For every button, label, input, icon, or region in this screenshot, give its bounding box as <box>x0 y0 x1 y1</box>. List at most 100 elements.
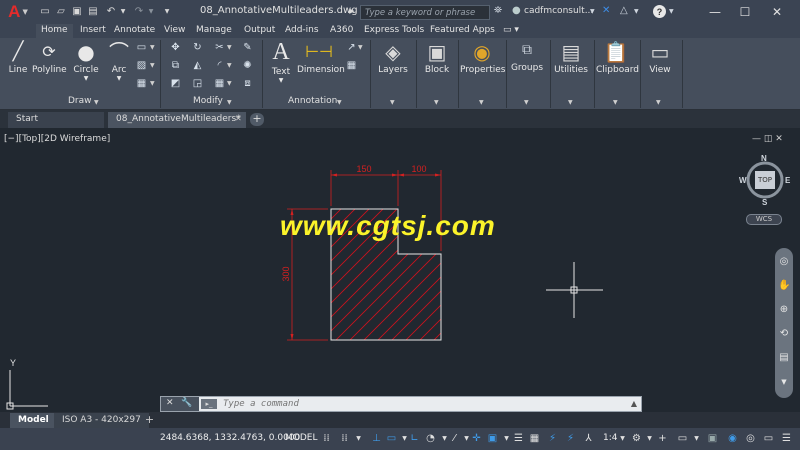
multileader-icon[interactable]: ↗ <box>346 42 357 53</box>
annotation-scale-icon[interactable]: ⅄ <box>582 432 595 445</box>
annotation-visibility-icon[interactable]: ⚡ <box>546 432 559 445</box>
open-folder-icon[interactable]: ▱ <box>54 4 68 18</box>
stretch-icon[interactable]: ◩ <box>170 78 181 89</box>
minimize-button[interactable]: — <box>700 2 730 22</box>
arc-button[interactable]: ⌒ Arc ▼ <box>106 41 132 82</box>
workspace-gear-icon[interactable]: ⚙ <box>630 432 643 445</box>
user-account-name[interactable]: cadfmconsult... <box>524 6 593 16</box>
compass-east[interactable]: E <box>785 176 790 185</box>
tab-featured-apps[interactable]: Featured Apps <box>430 24 495 38</box>
tab-home[interactable]: Home <box>36 24 73 38</box>
view-button[interactable]: ▭ View <box>644 41 676 75</box>
scale-icon[interactable]: ◲ <box>192 78 203 89</box>
offset-icon[interactable]: ⧈ <box>242 78 253 89</box>
line-button[interactable]: ╱ Line <box>6 41 30 75</box>
tab-express-tools[interactable]: Express Tools <box>364 24 424 38</box>
annotation-panel-expand-icon[interactable]: ▼ <box>337 99 342 106</box>
circle-dropdown-icon[interactable]: ▼ <box>72 75 100 82</box>
fillet-dropdown-icon[interactable]: ▼ <box>227 62 232 69</box>
application-menu-button[interactable]: A ▼ <box>0 0 36 24</box>
infer-constraints-icon[interactable]: ⊥ <box>370 432 383 445</box>
stay-connected-icon[interactable]: △ <box>620 5 628 16</box>
tab-document[interactable]: 08_AnnotativeMultileaders* <box>108 112 246 128</box>
dimension-button[interactable]: ⊢⊣ Dimension <box>297 41 345 75</box>
add-layout-button[interactable]: + <box>143 414 156 426</box>
zoom-extents-icon[interactable]: ⊕ <box>778 304 790 316</box>
auto-scale-icon[interactable]: ⚡ <box>564 432 577 445</box>
draw-panel-title[interactable]: Draw <box>68 96 92 106</box>
exchange-apps-icon[interactable]: ✕ <box>602 5 610 16</box>
command-prompt-icon[interactable]: ▸_ <box>201 399 217 409</box>
tab-add-ins[interactable]: Add-ins <box>285 24 319 38</box>
customization-icon[interactable]: ☰ <box>780 432 793 445</box>
close-button[interactable]: ✕ <box>762 2 792 22</box>
pan-icon[interactable]: ✋ <box>778 280 790 292</box>
multileader-dropdown-icon[interactable]: ▼ <box>358 44 363 51</box>
quick-properties-icon[interactable]: ▣ <box>706 432 719 445</box>
modify-panel-title[interactable]: Modify <box>193 96 223 106</box>
close-command-line-icon[interactable]: ✕ <box>166 398 174 408</box>
groups-button[interactable]: ⧉ Groups <box>510 39 544 73</box>
units-icon[interactable]: ▭ <box>676 432 689 445</box>
groups-dropdown-icon[interactable]: ▼ <box>524 99 529 106</box>
tab-manage[interactable]: Manage <box>196 24 232 38</box>
dynamic-input-icon[interactable]: ▭ <box>385 432 398 445</box>
tab-model[interactable]: Model <box>10 413 57 428</box>
object-snap-tracking-icon[interactable]: ✛ <box>470 432 483 445</box>
tab-annotate[interactable]: Annotate <box>114 24 155 38</box>
tab-view[interactable]: View <box>164 24 185 38</box>
compass-north[interactable]: N <box>761 154 767 163</box>
save-icon[interactable]: ▣ <box>70 4 84 18</box>
save-as-icon[interactable]: ▤ <box>86 4 100 18</box>
customize-quick-access-icon[interactable]: ▼ <box>160 4 174 18</box>
view-dropdown-icon[interactable]: ▼ <box>656 99 661 106</box>
tab-insert[interactable]: Insert <box>80 24 106 38</box>
layers-dropdown-icon[interactable]: ▼ <box>390 99 395 106</box>
polyline-button[interactable]: ⟳ Polyline <box>32 41 67 75</box>
tab-layout-iso-a3[interactable]: ISO A3 - 420x297 <box>54 413 149 428</box>
ortho-icon[interactable]: ∟ <box>408 432 421 445</box>
utilities-button[interactable]: ▤ Utilities <box>554 41 588 75</box>
tab-output[interactable]: Output <box>244 24 275 38</box>
dimension-text-300[interactable]: 300 <box>281 266 291 281</box>
modify-panel-expand-icon[interactable]: ▼ <box>227 99 232 106</box>
user-icon[interactable]: ● <box>512 5 521 16</box>
lineweight-icon[interactable]: ☰ <box>512 432 525 445</box>
dimension-text-150[interactable]: 150 <box>356 164 371 174</box>
viewport-controls-label[interactable]: [−][Top][2D Wireframe] <box>4 134 110 144</box>
cursor-coordinates[interactable]: 2484.6368, 1332.4763, 0.0000 <box>160 433 300 443</box>
copy-icon[interactable]: ⧉ <box>170 60 181 71</box>
draw-panel-expand-icon[interactable]: ▼ <box>94 99 99 106</box>
tab-a360[interactable]: A360 <box>330 24 353 38</box>
text-button[interactable]: A Text ▼ <box>268 39 294 84</box>
hatch-icon[interactable]: ▨ <box>136 60 147 71</box>
new-tab-button[interactable]: + <box>250 113 264 126</box>
trim-dropdown-icon[interactable]: ▼ <box>227 44 232 51</box>
mirror-icon[interactable]: ◭ <box>192 60 203 71</box>
utilities-dropdown-icon[interactable]: ▼ <box>568 99 573 106</box>
annotation-monitor-icon[interactable]: + <box>656 432 669 445</box>
redo-dropdown-icon[interactable]: ▼ <box>144 4 158 18</box>
clipboard-dropdown-icon[interactable]: ▼ <box>613 99 618 106</box>
rectangle-icon[interactable]: ▭ <box>136 42 147 53</box>
viewcube-top-face[interactable]: TOP <box>755 171 775 189</box>
navbar-menu-icon[interactable]: ▼ <box>778 376 790 388</box>
text-dropdown-icon[interactable]: ▼ <box>268 77 294 84</box>
hatch-dropdown-icon[interactable]: ▼ <box>150 62 155 69</box>
new-file-icon[interactable]: ▭ <box>38 4 52 18</box>
steering-wheel-icon[interactable]: ◎ <box>778 256 790 268</box>
arc-dropdown-icon[interactable]: ▼ <box>106 75 132 82</box>
tab-start[interactable]: Start <box>8 112 104 128</box>
block-dropdown-icon[interactable]: ▼ <box>434 99 439 106</box>
command-history-dropdown-icon[interactable]: ▲ <box>631 399 637 408</box>
array-dropdown-icon[interactable]: ▼ <box>227 80 232 87</box>
ribbon-options-icon[interactable]: ▭ ▾ <box>503 24 519 38</box>
help-icon[interactable]: ? <box>653 5 666 18</box>
fillet-icon[interactable]: ◜ <box>214 60 225 71</box>
object-snap-icon[interactable]: ▣ <box>486 432 499 445</box>
grid-icon[interactable]: ⁞⁞ <box>320 432 333 445</box>
orbit-icon[interactable]: ⟲ <box>778 328 790 340</box>
explode-icon[interactable]: ✺ <box>242 60 253 71</box>
binoculars-icon[interactable]: ⛯ <box>494 5 502 16</box>
close-tab-icon[interactable]: ✕ <box>235 114 242 123</box>
